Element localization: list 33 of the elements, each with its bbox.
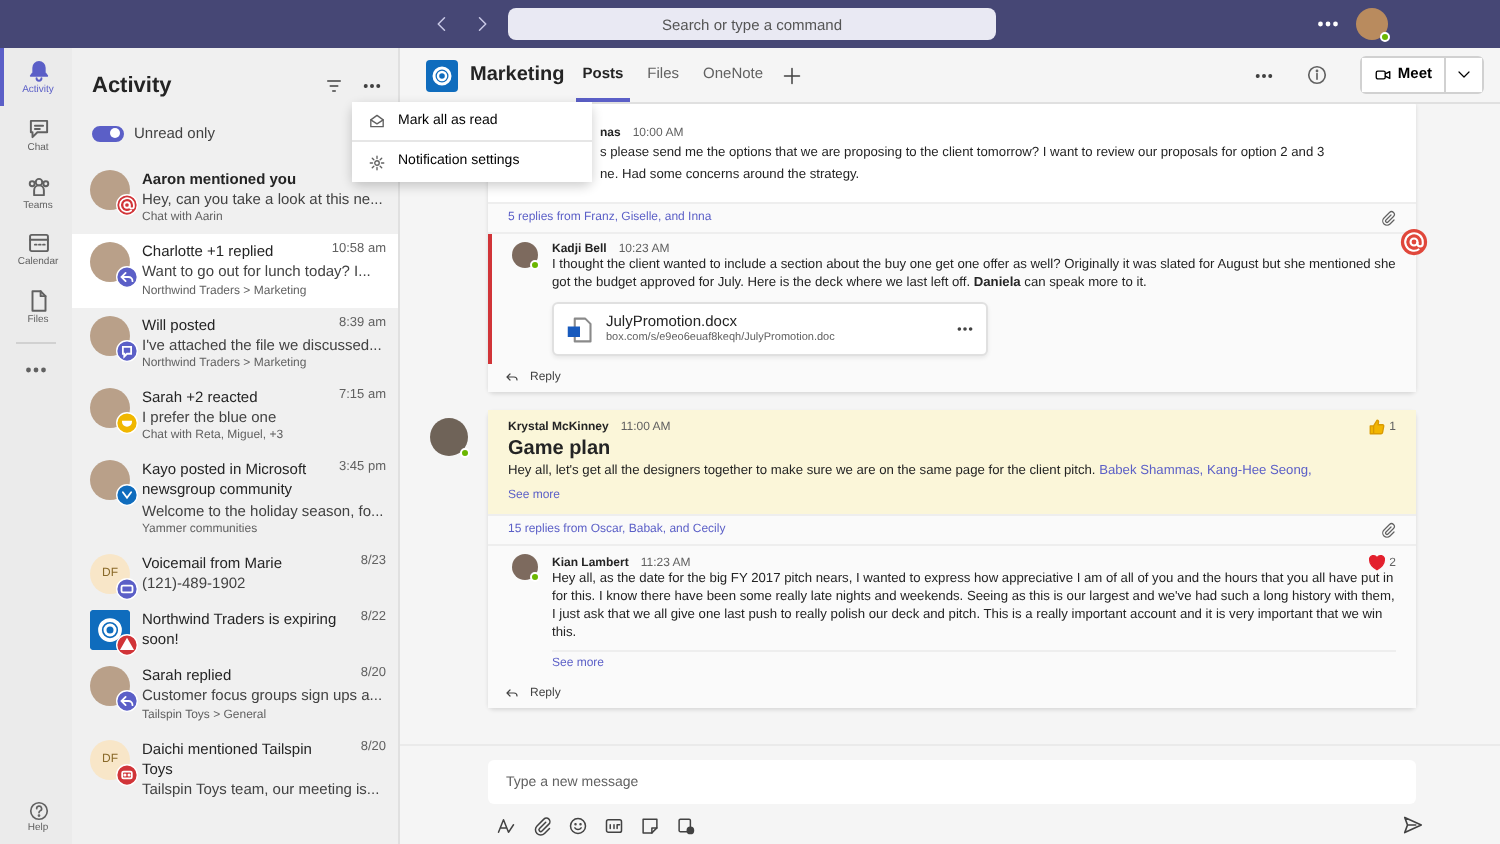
paperclip-icon[interactable] bbox=[1380, 209, 1396, 226]
paperclip-icon[interactable] bbox=[532, 815, 552, 835]
send-icon[interactable] bbox=[1402, 814, 1424, 836]
format-icon[interactable] bbox=[496, 815, 516, 835]
gif-icon[interactable] bbox=[604, 815, 624, 835]
emoji-icon[interactable] bbox=[568, 815, 588, 835]
reply-arrow-icon bbox=[504, 685, 520, 702]
thumbs-up-icon bbox=[1367, 418, 1386, 437]
settings-icon bbox=[368, 153, 386, 172]
filter-icon[interactable] bbox=[324, 76, 344, 97]
people-icon bbox=[25, 173, 51, 199]
help-icon bbox=[27, 800, 49, 823]
toggle-switch[interactable] bbox=[92, 125, 124, 142]
panel-title: Activity bbox=[92, 72, 172, 102]
user-avatar[interactable] bbox=[1356, 8, 1388, 40]
video-camera-icon bbox=[1373, 66, 1392, 84]
add-tab-icon[interactable] bbox=[781, 65, 802, 85]
team-logo-icon bbox=[426, 59, 458, 91]
post-subject: Game plan bbox=[508, 436, 613, 464]
channel-name: Marketing bbox=[470, 61, 565, 89]
sticker-icon[interactable] bbox=[640, 815, 660, 835]
calendar-icon bbox=[25, 230, 51, 257]
avatar-photo bbox=[512, 241, 538, 268]
paperclip-icon[interactable] bbox=[1380, 522, 1396, 539]
avatar-photo bbox=[430, 418, 468, 457]
bell-icon bbox=[25, 58, 51, 84]
chat-icon bbox=[25, 115, 51, 142]
avatar-photo bbox=[512, 554, 538, 581]
info-icon[interactable] bbox=[1305, 64, 1328, 86]
word-document-icon bbox=[566, 315, 594, 344]
schedule-meeting-icon[interactable] bbox=[676, 815, 696, 835]
heart-icon bbox=[1367, 554, 1386, 573]
envelope-open-icon bbox=[368, 112, 386, 131]
